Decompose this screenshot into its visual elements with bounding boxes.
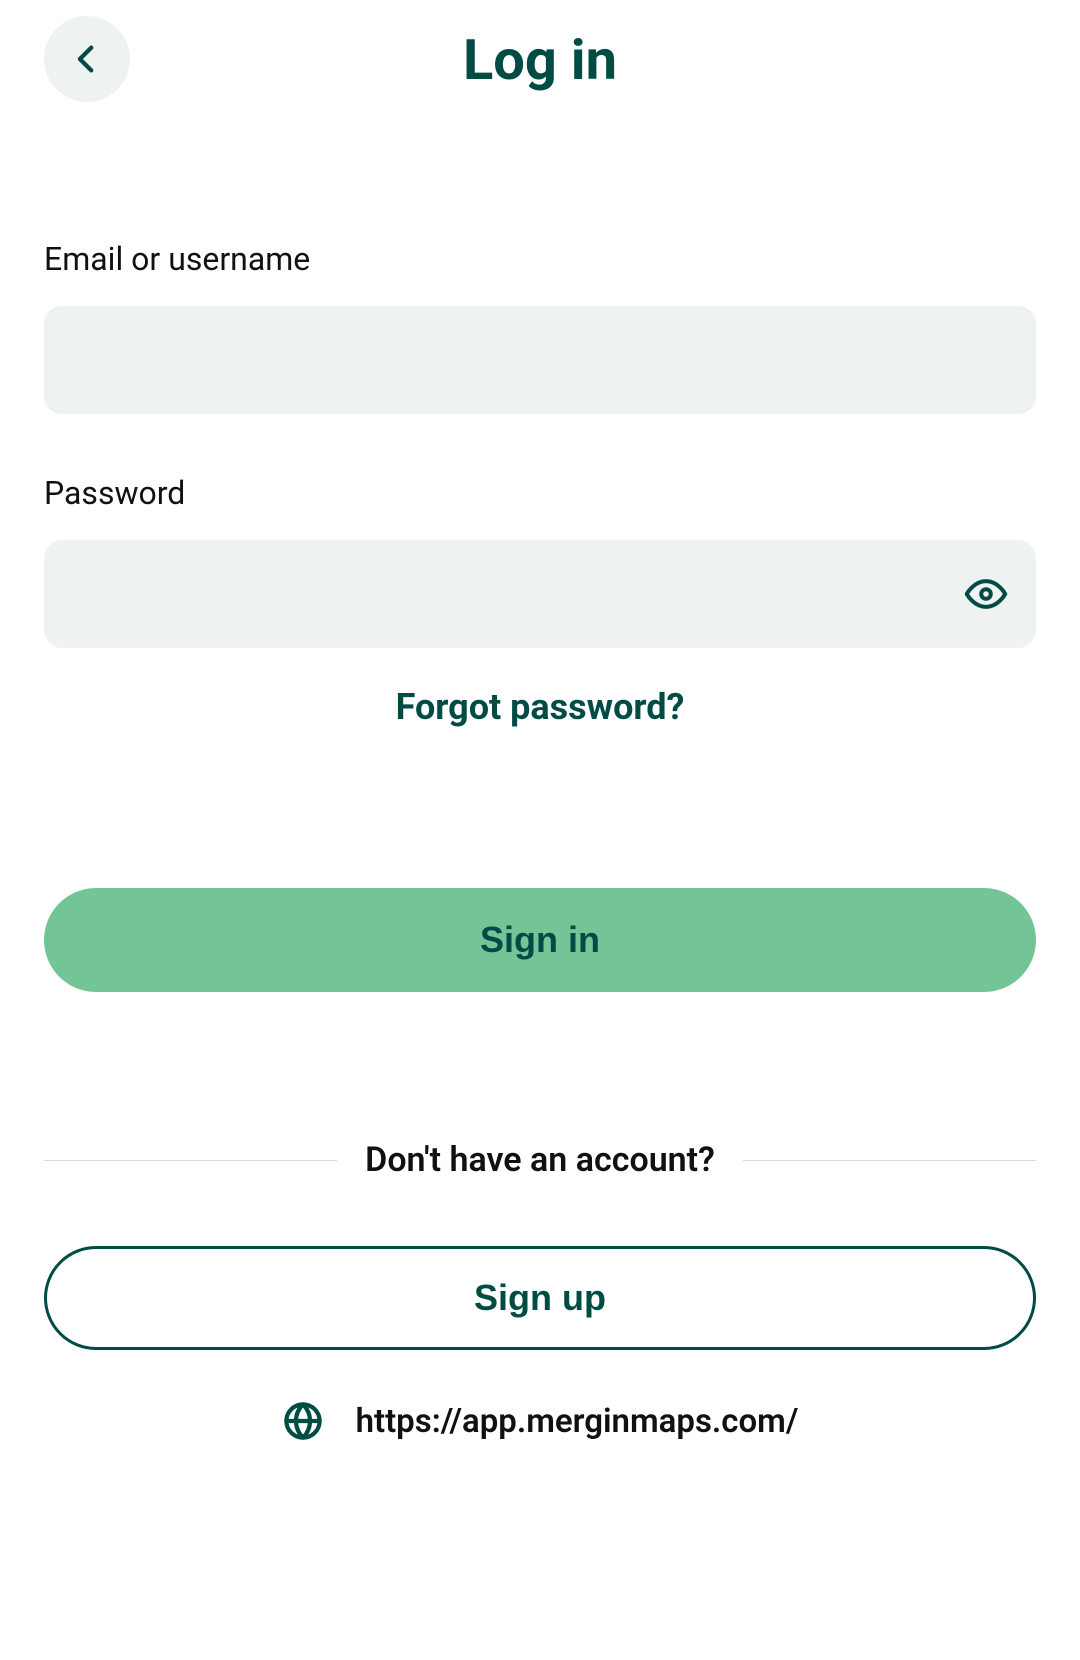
divider-line-right [743,1160,1036,1161]
email-input[interactable] [72,306,1008,414]
globe-icon [282,1400,324,1442]
sign-up-button[interactable]: Sign up [44,1246,1036,1350]
eye-icon [964,572,1008,616]
login-form: Email or username Password Forgot passwo… [44,240,1036,1442]
password-input[interactable] [72,540,964,648]
password-input-wrap [44,540,1036,648]
header: Log in [44,10,1036,110]
back-button[interactable] [44,16,130,102]
divider-text: Don't have an account? [365,1140,715,1180]
toggle-password-visibility-button[interactable] [964,572,1008,616]
server-selector[interactable]: https://app.merginmaps.com/ [44,1400,1036,1442]
chevron-left-icon [70,42,104,76]
password-label: Password [44,474,1036,512]
server-url: https://app.merginmaps.com/ [356,1402,799,1441]
email-label: Email or username [44,240,1036,278]
sign-in-button[interactable]: Sign in [44,888,1036,992]
divider-line-left [44,1160,337,1161]
page-title: Log in [463,27,617,93]
forgot-password-link[interactable]: Forgot password? [44,686,1036,728]
signup-divider: Don't have an account? [44,1140,1036,1180]
email-input-wrap [44,306,1036,414]
